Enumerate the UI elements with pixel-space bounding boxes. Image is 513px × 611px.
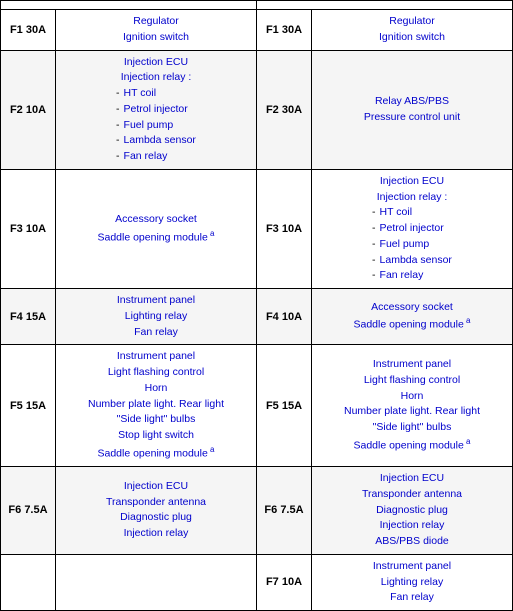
cell-content-right-2: Injection ECUInjection relay :-HT coil-P… <box>312 169 513 288</box>
cell-content-right-6: Instrument panelLighting relayFan relay <box>312 554 513 610</box>
fuse-label-right-3: F4 10A <box>257 289 312 345</box>
header-right <box>257 1 513 10</box>
fuse-label-left-6 <box>1 554 56 610</box>
fuse-label-left-0: F1 30A <box>1 10 56 51</box>
fuse-label-right-2: F3 10A <box>257 169 312 288</box>
fuse-label-left-5: F6 7.5A <box>1 467 56 555</box>
fuse-label-right-1: F2 30A <box>257 50 312 169</box>
fuse-label-left-3: F4 15A <box>1 289 56 345</box>
cell-content-right-4: Instrument panelLight flashing controlHo… <box>312 345 513 467</box>
cell-content-left-6 <box>56 554 257 610</box>
cell-content-left-1: Injection ECUInjection relay :-HT coil-P… <box>56 50 257 169</box>
fuse-label-right-4: F5 15A <box>257 345 312 467</box>
header-left <box>1 1 257 10</box>
cell-content-right-1: Relay ABS/PBSPressure control unit <box>312 50 513 169</box>
fuse-label-left-1: F2 10A <box>1 50 56 169</box>
fuse-label-left-2: F3 10A <box>1 169 56 288</box>
cell-content-right-0: RegulatorIgnition switch <box>312 10 513 51</box>
cell-content-left-4: Instrument panelLight flashing controlHo… <box>56 345 257 467</box>
cell-content-left-0: RegulatorIgnition switch <box>56 10 257 51</box>
fuse-label-right-6: F7 10A <box>257 554 312 610</box>
cell-content-left-3: Instrument panelLighting relayFan relay <box>56 289 257 345</box>
fuse-label-right-0: F1 30A <box>257 10 312 51</box>
cell-content-right-5: Injection ECUTransponder antennaDiagnost… <box>312 467 513 555</box>
fuse-label-left-4: F5 15A <box>1 345 56 467</box>
fuse-label-right-5: F6 7.5A <box>257 467 312 555</box>
cell-content-right-3: Accessory socketSaddle opening module a <box>312 289 513 345</box>
cell-content-left-2: Accessory socketSaddle opening module a <box>56 169 257 288</box>
fuse-table: F1 30ARegulatorIgnition switchF1 30ARegu… <box>0 0 513 611</box>
cell-content-left-5: Injection ECUTransponder antennaDiagnost… <box>56 467 257 555</box>
